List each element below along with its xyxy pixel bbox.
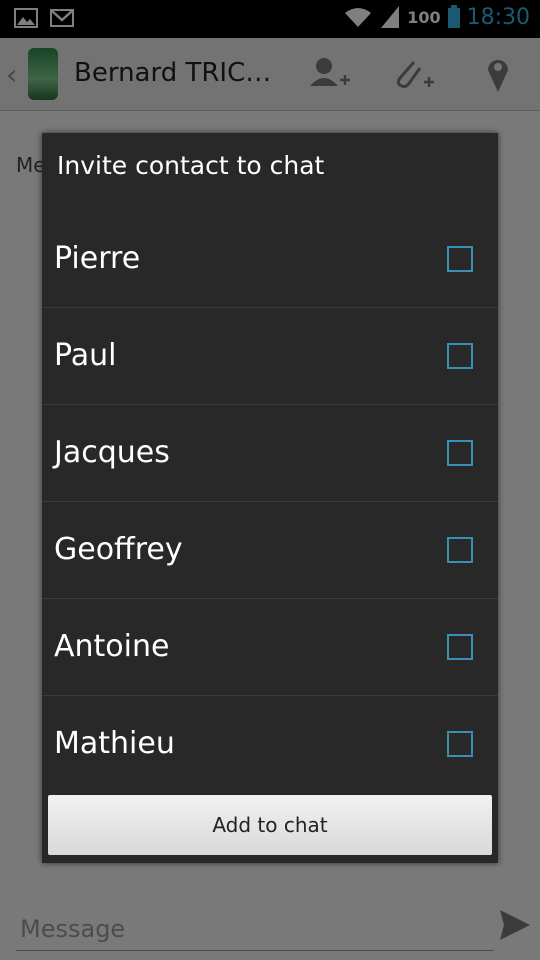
- contact-checkbox[interactable]: [447, 731, 473, 757]
- contact-checkbox[interactable]: [447, 246, 473, 272]
- contact-label: Geoffrey: [54, 532, 183, 567]
- contact-label: Mathieu: [54, 726, 175, 761]
- list-item[interactable]: Geoffrey: [42, 502, 498, 599]
- contact-label: Antoine: [54, 629, 170, 664]
- contact-checkbox[interactable]: [447, 343, 473, 369]
- list-item[interactable]: Paul: [42, 308, 498, 405]
- contact-checkbox[interactable]: [447, 440, 473, 466]
- add-to-chat-button[interactable]: Add to chat: [48, 795, 492, 855]
- contact-label: Jacques: [54, 435, 170, 470]
- contact-checkbox[interactable]: [447, 537, 473, 563]
- contact-checkbox[interactable]: [447, 634, 473, 660]
- list-item[interactable]: Jacques: [42, 405, 498, 502]
- list-item[interactable]: Mathieu: [42, 696, 498, 792]
- list-item[interactable]: Pierre: [42, 211, 498, 308]
- invite-dialog: Invite contact to chat Pierre Paul Jacqu…: [42, 133, 498, 863]
- list-item[interactable]: Antoine: [42, 599, 498, 696]
- contact-list: Pierre Paul Jacques Geoffrey Antoine Mat…: [42, 211, 498, 792]
- dialog-title: Invite contact to chat: [57, 151, 325, 180]
- contact-label: Pierre: [54, 241, 141, 276]
- contact-label: Paul: [54, 338, 117, 373]
